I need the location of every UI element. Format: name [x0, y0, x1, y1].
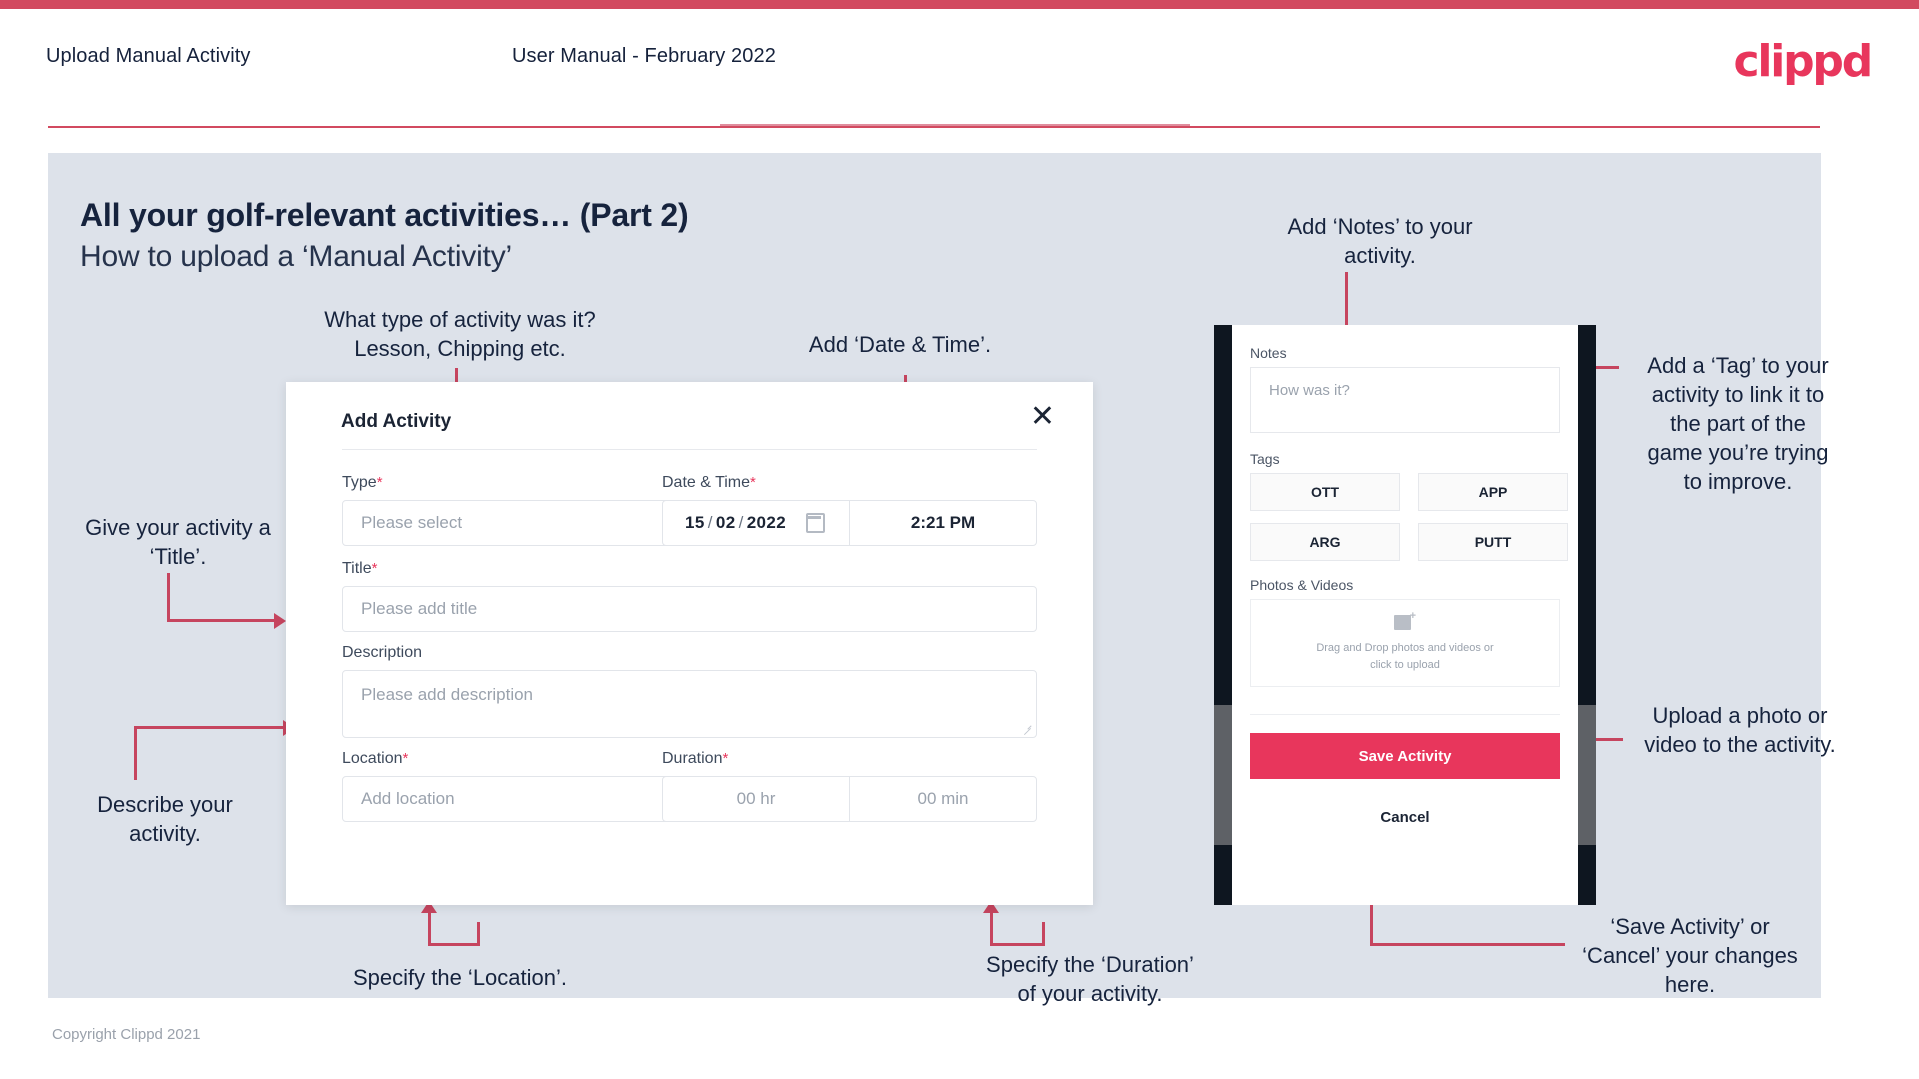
annotation-type: What type of activity was it? Lesson, Ch… — [324, 307, 596, 361]
location-placeholder: Add location — [361, 789, 455, 808]
title-required-marker: * — [371, 560, 378, 577]
location-label: Location* — [342, 750, 408, 768]
phone-left-scroll-track[interactable] — [1214, 705, 1232, 845]
duration-label: Duration* — [662, 750, 728, 768]
datetime-label: Date & Time* — [662, 474, 756, 492]
phone-divider — [1250, 714, 1560, 715]
notes-label: Notes — [1250, 345, 1287, 361]
date-month: 02 — [715, 513, 736, 532]
annotation-datetime: Add ‘Date & Time’. — [808, 332, 992, 357]
arrow-title-line-h — [167, 619, 277, 622]
arrow-notes-line-v1 — [1345, 272, 1348, 328]
time-input[interactable]: 2:21 PM — [849, 500, 1037, 546]
duration-minutes-value: 00 min — [917, 789, 969, 808]
date-input[interactable]: 15/02/2022 — [662, 500, 850, 546]
arrow-duration-line-v2 — [1042, 922, 1045, 944]
title-input[interactable]: Please add title — [342, 586, 1037, 632]
arrow-duration-line-h — [990, 943, 1045, 946]
date-day: 15 — [685, 513, 705, 532]
tags-label: Tags — [1250, 451, 1280, 467]
arrow-location-line-v2 — [477, 922, 480, 944]
type-label: Type* — [342, 474, 383, 492]
annotation-tags: Add a ‘Tag’ to your activity to link it … — [1647, 353, 1829, 494]
type-required-marker: * — [376, 474, 383, 491]
tag-putt[interactable]: PUTT — [1418, 523, 1568, 561]
duration-required-marker: * — [722, 750, 729, 767]
annotation-title: Give your activity a ‘Title’. — [85, 515, 271, 569]
datetime-label-text: Date & Time — [662, 474, 751, 491]
phone-right-scroll-track[interactable] — [1578, 705, 1596, 845]
phone-right-bezel-top — [1578, 325, 1596, 705]
title-label-text: Title — [342, 560, 372, 577]
annotation-upload: Upload a photo or video to the activity. — [1644, 703, 1836, 757]
notes-input[interactable]: How was it? — [1250, 367, 1560, 433]
tag-app[interactable]: APP — [1418, 473, 1568, 511]
upload-dropzone[interactable]: + Drag and Drop photos and videos or cli… — [1250, 599, 1560, 687]
copyright-footer: Copyright Clippd 2021 — [52, 1026, 201, 1043]
location-input[interactable]: Add location — [342, 776, 717, 822]
phone-right-bezel-bottom — [1578, 845, 1596, 905]
header-left-title: Upload Manual Activity — [46, 45, 251, 67]
calendar-icon[interactable] — [806, 513, 825, 533]
upload-instructions: Drag and Drop photos and videos or click… — [1316, 641, 1494, 671]
type-label-text: Type — [342, 474, 377, 491]
description-textarea[interactable]: Please add description — [342, 670, 1037, 738]
annotation-location: Specify the ‘Location’. — [352, 965, 568, 990]
datetime-required-marker: * — [750, 474, 756, 491]
top-accent-bar — [0, 0, 1919, 9]
header-divider — [48, 126, 1820, 128]
tag-arg[interactable]: ARG — [1250, 523, 1400, 561]
arrow-save-line-h — [1370, 943, 1565, 946]
type-select[interactable]: Please select ⌄ — [342, 500, 717, 546]
time-value: 2:21 PM — [910, 513, 976, 532]
cancel-button[interactable]: Cancel — [1250, 809, 1560, 826]
header-center-title: User Manual - February 2022 — [512, 45, 776, 67]
notes-placeholder: How was it? — [1269, 382, 1350, 399]
arrow-desc-line-v — [134, 728, 137, 780]
header-divider-accent — [720, 124, 1190, 126]
location-label-text: Location — [342, 750, 403, 767]
title-placeholder: Please add title — [361, 599, 478, 618]
slide-subtitle: How to upload a ‘Manual Activity’ — [80, 240, 512, 273]
tag-ott[interactable]: OTT — [1250, 473, 1400, 511]
type-placeholder: Please select — [361, 513, 463, 532]
duration-label-text: Duration — [662, 750, 723, 767]
location-required-marker: * — [402, 750, 409, 767]
annotation-description: Describe your activity. — [97, 792, 233, 846]
duration-minutes-input[interactable]: 00 min — [849, 776, 1037, 822]
add-activity-dialog: Add Activity ✕ Type* Please select ⌄ Dat… — [286, 382, 1093, 905]
phone-left-bezel-top — [1214, 325, 1232, 705]
dialog-title: Add Activity — [341, 411, 452, 432]
arrow-location-line-h — [428, 943, 480, 946]
arrow-duration-line-v — [990, 912, 993, 944]
mobile-preview: Notes How was it? Tags OTT APP ARG PUTT … — [1214, 325, 1596, 905]
phone-screen: Notes How was it? Tags OTT APP ARG PUTT … — [1232, 325, 1578, 905]
duration-hours-input[interactable]: 00 hr — [662, 776, 850, 822]
clippd-logo: clippd — [1733, 36, 1873, 87]
image-upload-icon: + — [1394, 610, 1416, 631]
arrow-title-head — [274, 613, 286, 629]
photos-videos-label: Photos & Videos — [1250, 577, 1354, 593]
arrow-location-line-v — [428, 912, 431, 944]
annotation-duration: Specify the ‘Duration’ of your activity. — [986, 952, 1194, 1006]
annotation-notes: Add ‘Notes’ to your activity. — [1287, 214, 1473, 268]
date-year: 2022 — [746, 513, 787, 532]
slide-title: All your golf-relevant activities… (Part… — [80, 197, 689, 233]
description-placeholder: Please add description — [361, 685, 534, 704]
phone-left-bezel-bottom — [1214, 845, 1232, 905]
save-activity-button[interactable]: Save Activity — [1250, 733, 1560, 779]
dialog-divider — [342, 449, 1037, 450]
arrow-desc-line-h — [134, 726, 286, 729]
close-icon[interactable]: ✕ — [1030, 402, 1055, 432]
description-label: Description — [342, 644, 423, 661]
duration-hours-value: 00 hr — [736, 789, 776, 808]
date-value: 15/02/2022 — [685, 513, 787, 532]
annotation-save: ‘Save Activity’ or ‘Cancel’ your changes… — [1582, 914, 1798, 997]
title-label: Title* — [342, 560, 377, 578]
arrow-title-line-v — [167, 573, 170, 621]
resize-handle-icon[interactable] — [1022, 724, 1032, 734]
